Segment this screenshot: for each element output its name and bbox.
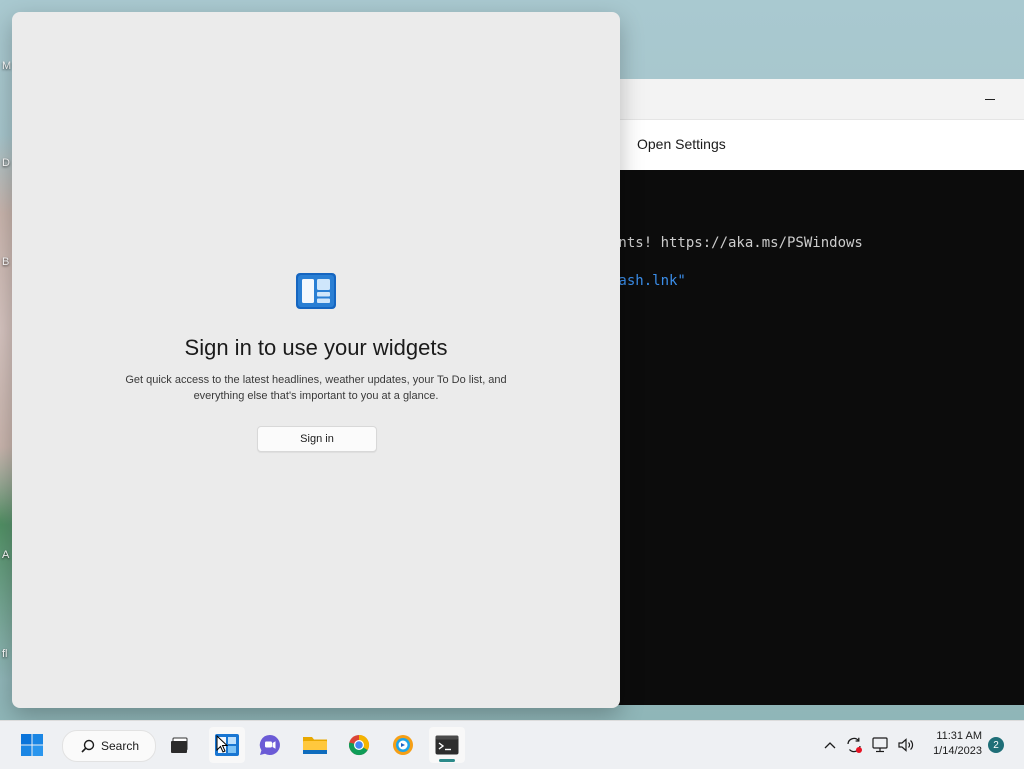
widgets-panel: Sign in to use your widgets Get quick ac…	[12, 12, 620, 708]
minimize-button[interactable]	[984, 93, 996, 105]
show-hidden-icons-button[interactable]	[820, 727, 840, 763]
widgets-description: Get quick access to the latest headlines…	[125, 374, 507, 402]
terminal-icon	[435, 735, 459, 755]
file-explorer-icon	[303, 737, 327, 754]
terminal-infobar: Open Settings	[560, 119, 1024, 170]
browser-icon	[393, 735, 413, 755]
file-explorer-button[interactable]	[297, 727, 333, 763]
start-icon	[21, 734, 43, 756]
desktop-icon-label[interactable]: A	[2, 549, 9, 561]
running-indicator	[439, 759, 455, 762]
sync-icon	[847, 737, 862, 753]
task-view-button[interactable]	[162, 727, 198, 763]
clock-date: 1/14/2023	[933, 745, 982, 757]
network-button[interactable]	[870, 727, 892, 763]
volume-button[interactable]	[895, 727, 917, 763]
notification-badge[interactable]: 2	[988, 737, 1004, 753]
open-settings-link[interactable]: Open Settings	[637, 136, 726, 152]
chevron-up-icon	[824, 742, 836, 749]
taskbar: Search 11:31 AM 1/14/2023 2	[0, 720, 1024, 769]
search-label: Search	[101, 739, 140, 753]
task-view-icon	[171, 737, 188, 753]
teams-chat-icon	[259, 734, 280, 755]
terminal-titlebar[interactable]	[560, 79, 1024, 119]
search-icon	[81, 739, 95, 753]
desktop-icon-label[interactable]: B	[2, 256, 9, 268]
desktop-icon-label[interactable]: D	[2, 157, 10, 169]
network-icon	[872, 737, 888, 753]
widgets-title: Sign in to use your widgets	[184, 335, 448, 360]
chrome-icon	[348, 734, 370, 756]
sync-status-button[interactable]	[843, 727, 865, 763]
widgets-icon	[296, 273, 336, 309]
speaker-icon	[898, 738, 914, 752]
chrome-button[interactable]	[341, 727, 377, 763]
terminal-output-line: Dash.lnk"	[610, 273, 686, 289]
terminal-taskbar-button[interactable]	[429, 727, 465, 763]
sign-in-button[interactable]: Sign in	[257, 426, 377, 452]
desktop-icon-label[interactable]: fl	[2, 648, 8, 660]
terminal-output-line: ents! https://aka.ms/PSWindows	[610, 235, 863, 251]
browser-button[interactable]	[385, 727, 421, 763]
desktop-icon-label[interactable]: M	[2, 60, 11, 72]
taskbar-search[interactable]: Search	[62, 730, 156, 762]
taskbar-clock[interactable]: 11:31 AM 1/14/2023	[920, 729, 982, 759]
mouse-cursor-icon	[216, 735, 228, 753]
start-button[interactable]	[14, 727, 50, 763]
terminal-window[interactable]: Open Settings ents! https://aka.ms/PSWin…	[560, 79, 1024, 705]
clock-time: 11:31 AM	[936, 730, 982, 742]
chat-button[interactable]	[252, 727, 288, 763]
